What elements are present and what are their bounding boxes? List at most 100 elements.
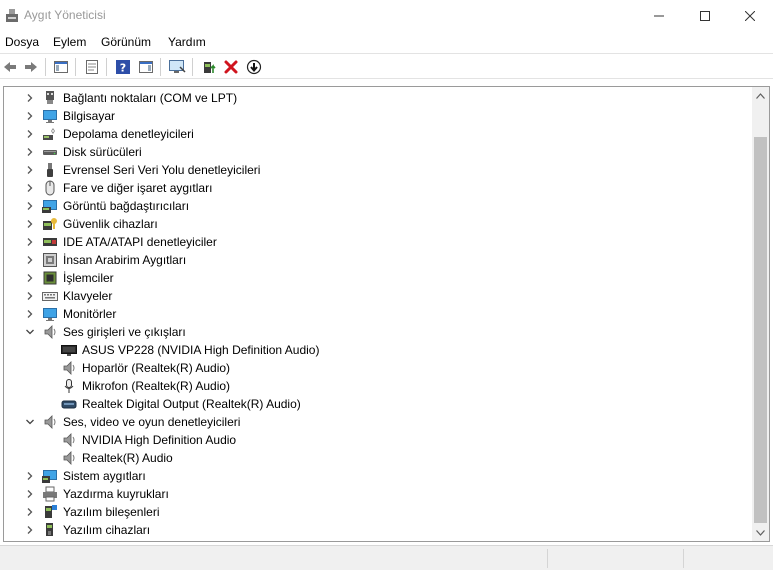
close-button[interactable]	[727, 0, 773, 31]
expand-toggle[interactable]	[24, 236, 36, 248]
red-x-icon	[224, 60, 238, 74]
vertical-scrollbar[interactable]	[752, 87, 769, 541]
tree-category[interactable]: Görüntü bağdaştırıcıları	[4, 197, 749, 215]
tree-item-label: Görüntü bağdaştırıcıları	[63, 199, 190, 213]
chevron-right-icon	[27, 94, 33, 102]
tree-category[interactable]: Klavyeler	[4, 287, 749, 305]
chevron-down-icon	[756, 529, 765, 536]
tree-category[interactable]: Depolama denetleyicileri	[4, 125, 749, 143]
expand-toggle[interactable]	[24, 470, 36, 482]
expand-toggle[interactable]	[24, 128, 36, 140]
toolbar-separator	[192, 58, 193, 76]
tree-category[interactable]: Monitörler	[4, 305, 749, 323]
menu-dosya[interactable]: Dosya	[5, 35, 39, 49]
tree-device[interactable]: Realtek(R) Audio	[4, 449, 749, 467]
help-button[interactable]: ?	[113, 57, 133, 77]
chevron-right-icon	[27, 220, 33, 228]
expand-toggle[interactable]	[24, 524, 36, 536]
tree-category[interactable]: Yazılım bileşenleri	[4, 503, 749, 521]
tree-device[interactable]: NVIDIA High Definition Audio	[4, 431, 749, 449]
window-title: Aygıt Yöneticisi	[24, 8, 106, 22]
disable-device-button[interactable]	[244, 57, 264, 77]
tree-device[interactable]: ASUS VP228 (NVIDIA High Definition Audio…	[4, 341, 749, 359]
expand-toggle[interactable]	[24, 164, 36, 176]
speaker-icon	[63, 433, 75, 447]
tree-category[interactable]: İşlemciler	[4, 269, 749, 287]
disk-drive-icon	[43, 150, 57, 155]
minimize-button[interactable]	[636, 0, 682, 31]
chevron-right-icon	[27, 490, 33, 498]
tree-item-label: İşlemciler	[63, 271, 114, 285]
expand-toggle[interactable]	[24, 254, 36, 266]
tree-category[interactable]: Disk sürücüleri	[4, 143, 749, 161]
properties-button[interactable]	[82, 57, 102, 77]
tree-item-label: Sistem aygıtları	[63, 469, 146, 483]
display-adapter-icon	[42, 200, 57, 213]
expand-toggle[interactable]	[24, 92, 36, 104]
forward-button[interactable]	[21, 57, 41, 77]
ide-controller-icon	[43, 238, 57, 246]
chevron-right-icon	[27, 310, 33, 318]
expand-toggle[interactable]	[24, 200, 36, 212]
tree-category[interactable]: Bağlantı noktaları (COM ve LPT)	[4, 89, 749, 107]
collapse-toggle[interactable]	[24, 326, 36, 338]
expand-toggle[interactable]	[24, 146, 36, 158]
tree-device[interactable]: Realtek Digital Output (Realtek(R) Audio…	[4, 395, 749, 413]
chevron-up-icon	[756, 92, 765, 99]
tree-item-label: Hoparlör (Realtek(R) Audio)	[82, 361, 231, 375]
maximize-button[interactable]	[682, 0, 728, 31]
collapse-toggle[interactable]	[24, 416, 36, 428]
update-driver-button[interactable]	[199, 57, 219, 77]
toolbar-separator	[75, 58, 76, 76]
tree-category[interactable]: Ses girişleri ve çıkışları	[4, 323, 749, 341]
tree-category[interactable]: IDE ATA/ATAPI denetleyiciler	[4, 233, 749, 251]
expand-toggle[interactable]	[24, 506, 36, 518]
processor-icon	[43, 271, 57, 285]
software-component-icon	[45, 505, 57, 518]
digital-output-icon	[61, 400, 77, 409]
tree-category[interactable]: Yazdırma kuyrukları	[4, 485, 749, 503]
tree-category[interactable]: İnsan Arabirim Aygıtları	[4, 251, 749, 269]
expand-toggle[interactable]	[24, 488, 36, 500]
action-pane-button[interactable]	[136, 57, 156, 77]
tree-category[interactable]: Evrensel Seri Veri Yolu denetleyicileri	[4, 161, 749, 179]
uninstall-device-button[interactable]	[221, 57, 241, 77]
menu-eylem[interactable]: Eylem	[53, 35, 86, 49]
menu-gorunum[interactable]: Görünüm	[101, 35, 151, 49]
expand-toggle[interactable]	[24, 182, 36, 194]
scroll-down-button[interactable]	[752, 524, 769, 541]
chevron-right-icon	[27, 508, 33, 516]
tree-item-label: Monitörler	[63, 307, 117, 321]
tree-item-label: Ses girişleri ve çıkışları	[63, 325, 186, 339]
tree-category[interactable]: Ses, video ve oyun denetleyicileri	[4, 413, 749, 431]
tree-category[interactable]: Sistem aygıtları	[4, 467, 749, 485]
tree-category[interactable]: Fare ve diğer işaret aygıtları	[4, 179, 749, 197]
scan-hardware-button[interactable]	[167, 57, 187, 77]
tree-item-label: Evrensel Seri Veri Yolu denetleyicileri	[63, 163, 261, 177]
tree-item-label: Mikrofon (Realtek(R) Audio)	[82, 379, 231, 393]
properties-icon	[86, 60, 98, 74]
back-button[interactable]	[0, 57, 20, 77]
expand-toggle[interactable]	[24, 308, 36, 320]
expand-toggle[interactable]	[24, 272, 36, 284]
minimize-icon	[654, 15, 664, 16]
arrow-right-icon	[25, 62, 37, 72]
expand-toggle[interactable]	[24, 218, 36, 230]
software-device-icon	[46, 523, 53, 536]
tree-device[interactable]: Hoparlör (Realtek(R) Audio)	[4, 359, 749, 377]
arrow-left-icon	[4, 62, 16, 72]
tree-category[interactable]: Bilgisayar	[4, 107, 749, 125]
tree-category[interactable]: Yazılım cihazları	[4, 521, 749, 539]
tree-item-label: ASUS VP228 (NVIDIA High Definition Audio…	[82, 343, 320, 357]
expand-toggle[interactable]	[24, 110, 36, 122]
menu-yardim[interactable]: Yardım	[168, 35, 206, 49]
chevron-right-icon	[27, 526, 33, 534]
show-hide-console-tree-button[interactable]	[51, 57, 71, 77]
tree-device[interactable]: Mikrofon (Realtek(R) Audio)	[4, 377, 749, 395]
scrollbar-thumb[interactable]	[754, 137, 767, 523]
expand-toggle[interactable]	[24, 290, 36, 302]
scroll-up-button[interactable]	[752, 87, 769, 104]
tree-item-label: Yazılım bileşenleri	[63, 505, 160, 519]
tree-category[interactable]: Güvenlik cihazları	[4, 215, 749, 233]
computer-icon	[43, 110, 57, 123]
